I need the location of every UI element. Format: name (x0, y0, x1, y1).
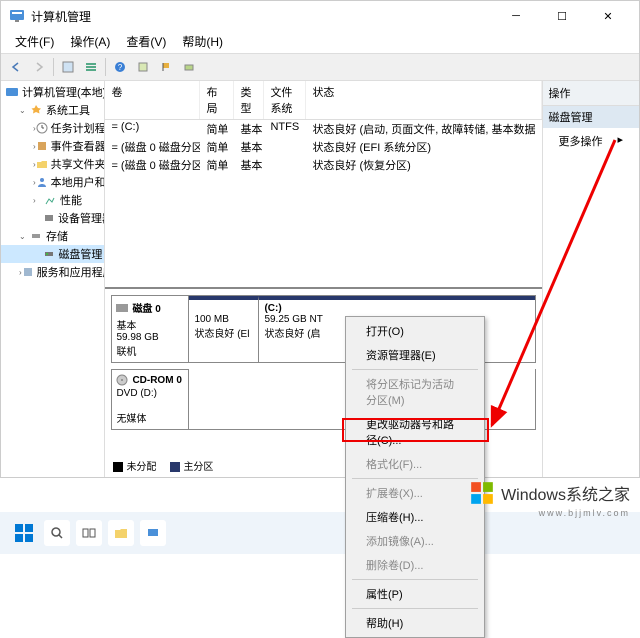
tree-event-viewer[interactable]: ›事件查看器 (1, 137, 104, 155)
ctx-open[interactable]: 打开(O) (348, 319, 482, 343)
ctx-properties[interactable]: 属性(P) (348, 582, 482, 606)
minimize-button[interactable]: ─ (493, 1, 539, 31)
volume-row[interactable]: = (磁盘 0 磁盘分区 4)简单基本状态良好 (恢复分区) (105, 156, 541, 174)
tree-device-manager[interactable]: 设备管理器 (1, 209, 104, 227)
volume-table: 卷 布局 类型 文件系统 状态 = (C:)简单基本NTFS状态良好 (启动, … (105, 81, 541, 287)
tree-disk-management[interactable]: 磁盘管理 (1, 245, 104, 263)
actions-more[interactable]: 更多操作▸ (543, 128, 640, 154)
ctx-explorer[interactable]: 资源管理器(E) (348, 343, 482, 367)
menu-help[interactable]: 帮助(H) (174, 31, 231, 53)
tree-storage[interactable]: ⌄存储 (1, 227, 104, 245)
tree-root[interactable]: 计算机管理(本地) (1, 83, 104, 101)
back-button[interactable] (5, 56, 27, 78)
tree-local-users[interactable]: ›本地用户和组 (1, 173, 104, 191)
watermark-url: www.bjjmlv.com (539, 508, 630, 518)
disk-0-label[interactable]: 磁盘 0 基本 59.98 GB 联机 (111, 295, 189, 363)
flag-button[interactable] (155, 56, 177, 78)
volume-row[interactable]: = (磁盘 0 磁盘分区 1)简单基本状态良好 (EFI 系统分区) (105, 138, 541, 156)
ctx-mirror: 添加镜像(A)... (348, 529, 482, 553)
taskbar-search[interactable] (44, 520, 70, 546)
ctx-change-drive[interactable]: 更改驱动器号和路径(C)... (348, 412, 482, 452)
titlebar: 计算机管理 ─ ☐ ✕ (1, 1, 639, 31)
prop-button[interactable] (57, 56, 79, 78)
col-filesystem[interactable]: 文件系统 (264, 81, 306, 119)
col-status[interactable]: 状态 (306, 81, 541, 119)
legend-unallocated: 未分配 (126, 462, 156, 473)
help-icon[interactable]: ? (109, 56, 131, 78)
actions-diskmgmt[interactable]: 磁盘管理 (543, 106, 640, 128)
menu-file[interactable]: 文件(F) (7, 31, 62, 53)
list-button[interactable] (80, 56, 102, 78)
app-icon (9, 8, 25, 24)
legend-primary: 主分区 (183, 462, 213, 473)
col-type[interactable]: 类型 (234, 81, 264, 119)
cdrom-0-label[interactable]: CD-ROM 0 DVD (D:) 无媒体 (111, 369, 189, 430)
start-button[interactable] (10, 519, 38, 547)
ctx-delete: 删除卷(D)... (348, 553, 482, 577)
partition-efi[interactable]: 100 MB 状态良好 (El (189, 296, 259, 362)
actions-header: 操作 (543, 81, 640, 106)
tree-system-tools[interactable]: ⌄系统工具 (1, 101, 104, 119)
taskbar-taskview[interactable] (76, 520, 102, 546)
ctx-help[interactable]: 帮助(H) (348, 611, 482, 635)
menubar: 文件(F) 操作(A) 查看(V) 帮助(H) (1, 31, 639, 53)
window-title: 计算机管理 (31, 8, 493, 25)
settings-button[interactable] (178, 56, 200, 78)
context-menu: 打开(O) 资源管理器(E) 将分区标记为活动分区(M) 更改驱动器号和路径(C… (345, 316, 485, 638)
ctx-shrink[interactable]: 压缩卷(H)... (348, 505, 482, 529)
menu-view[interactable]: 查看(V) (118, 31, 174, 53)
watermark: Windows系统之家 (469, 480, 630, 506)
nav-tree: 计算机管理(本地) ⌄系统工具 ›任务计划程序 ›事件查看器 ›共享文件夹 ›本… (1, 81, 105, 477)
toolbar: ? (1, 53, 639, 81)
menu-action[interactable]: 操作(A) (62, 31, 118, 53)
taskbar (0, 512, 640, 554)
tree-performance[interactable]: ›性能 (1, 191, 104, 209)
col-volume[interactable]: 卷 (105, 81, 200, 119)
maximize-button[interactable]: ☐ (539, 1, 585, 31)
close-button[interactable]: ✕ (585, 1, 631, 31)
actions-pane: 操作 磁盘管理 更多操作▸ (543, 81, 640, 477)
tree-task-scheduler[interactable]: ›任务计划程序 (1, 119, 104, 137)
tree-services[interactable]: ›服务和应用程序 (1, 263, 104, 281)
ctx-format: 格式化(F)... (348, 452, 482, 476)
svg-text:?: ? (118, 63, 123, 72)
taskbar-app[interactable] (140, 520, 166, 546)
taskbar-explorer[interactable] (108, 520, 134, 546)
volume-row[interactable]: = (C:)简单基本NTFS状态良好 (启动, 页面文件, 故障转储, 基本数据 (105, 120, 541, 138)
ctx-mark-active: 将分区标记为活动分区(M) (348, 372, 482, 412)
refresh-button[interactable] (132, 56, 154, 78)
tree-shared-folders[interactable]: ›共享文件夹 (1, 155, 104, 173)
forward-button[interactable] (28, 56, 50, 78)
ctx-extend: 扩展卷(X)... (348, 481, 482, 505)
col-layout[interactable]: 布局 (200, 81, 234, 119)
